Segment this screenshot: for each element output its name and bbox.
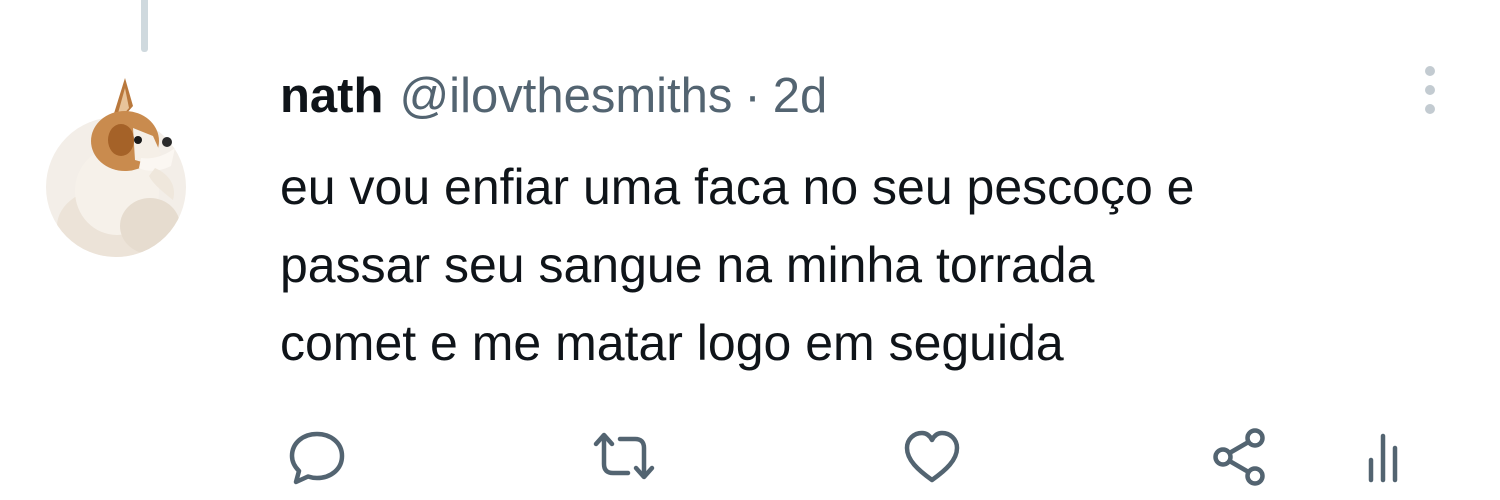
analytics-button[interactable] bbox=[1356, 426, 1420, 488]
heart-icon bbox=[904, 430, 960, 483]
tweet-text-line: eu vou enfiar uma faca no seu pescoço e bbox=[280, 159, 1195, 215]
reply-icon bbox=[289, 431, 345, 485]
more-options-button[interactable] bbox=[1414, 62, 1446, 118]
retweet-button[interactable] bbox=[592, 426, 656, 488]
tweet-text: eu vou enfiar uma faca no seu pescoço e … bbox=[280, 148, 1470, 382]
like-button[interactable] bbox=[900, 426, 964, 488]
tweet-header: nath @ilovthesmiths · 2d bbox=[280, 64, 827, 128]
display-name[interactable]: nath bbox=[280, 64, 383, 128]
tweet-timestamp[interactable]: 2d bbox=[773, 64, 828, 128]
analytics-icon bbox=[1368, 433, 1398, 483]
more-vertical-icon bbox=[1425, 66, 1435, 114]
separator-dot: · bbox=[744, 69, 761, 123]
retweet-icon bbox=[593, 432, 655, 480]
thread-connector-line bbox=[141, 0, 148, 52]
avatar[interactable] bbox=[45, 76, 187, 258]
tweet-text-line: comet e me matar logo em seguida bbox=[280, 315, 1064, 371]
user-handle[interactable]: @ilovthesmiths bbox=[399, 64, 732, 128]
share-icon bbox=[1213, 428, 1265, 486]
tweet-text-line: passar seu sangue na minha torrada bbox=[280, 237, 1095, 293]
share-button[interactable] bbox=[1208, 426, 1272, 488]
reply-button[interactable] bbox=[286, 426, 350, 488]
